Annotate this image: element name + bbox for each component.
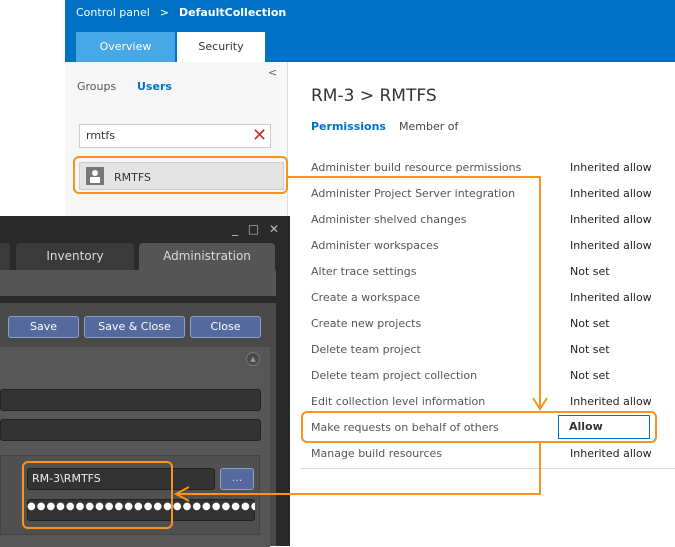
callout-arrows [173, 176, 548, 502]
arrow-permission-to-credentials [176, 443, 541, 495]
arrow-user-to-permission [288, 176, 541, 408]
